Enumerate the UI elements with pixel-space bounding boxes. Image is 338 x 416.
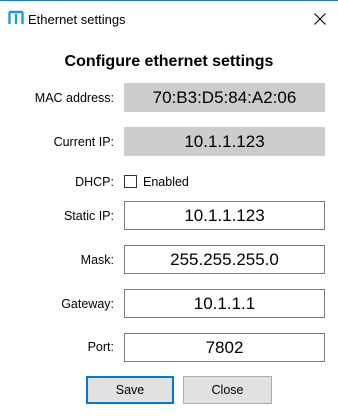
close-button[interactable]: Close — [183, 376, 272, 404]
save-button[interactable]: Save — [86, 376, 174, 404]
dialog-heading: Configure ethernet settings — [64, 53, 274, 70]
dhcp-checkbox[interactable] — [124, 175, 137, 188]
port-label: Port: — [87, 340, 114, 354]
dhcp-label: DHCP: — [75, 175, 114, 189]
static-ip-input[interactable]: 10.1.1.123 — [124, 201, 325, 230]
current-ip-label: Current IP: — [53, 135, 114, 149]
mac-address-label: MAC address: — [34, 91, 114, 105]
port-input[interactable]: 7802 — [124, 333, 325, 362]
static-ip-label: Static IP: — [63, 209, 114, 223]
title-bar: Ethernet settings — [0, 2, 338, 35]
gateway-input[interactable]: 10.1.1.1 — [124, 289, 325, 318]
mask-label: Mask: — [80, 253, 114, 267]
window-title: Ethernet settings — [28, 12, 126, 27]
gateway-label: Gateway: — [61, 297, 114, 311]
close-icon[interactable] — [306, 5, 334, 33]
mask-input[interactable]: 255.255.255.0 — [124, 245, 325, 274]
mac-address-value: 70:B3:D5:84:A2:06 — [124, 83, 325, 112]
current-ip-value: 10.1.1.123 — [124, 127, 325, 156]
dhcp-enabled-label[interactable]: Enabled — [143, 175, 189, 189]
ethernet-settings-window: Ethernet settings Configure ethernet set… — [0, 0, 338, 416]
app-logo-icon — [8, 10, 24, 26]
